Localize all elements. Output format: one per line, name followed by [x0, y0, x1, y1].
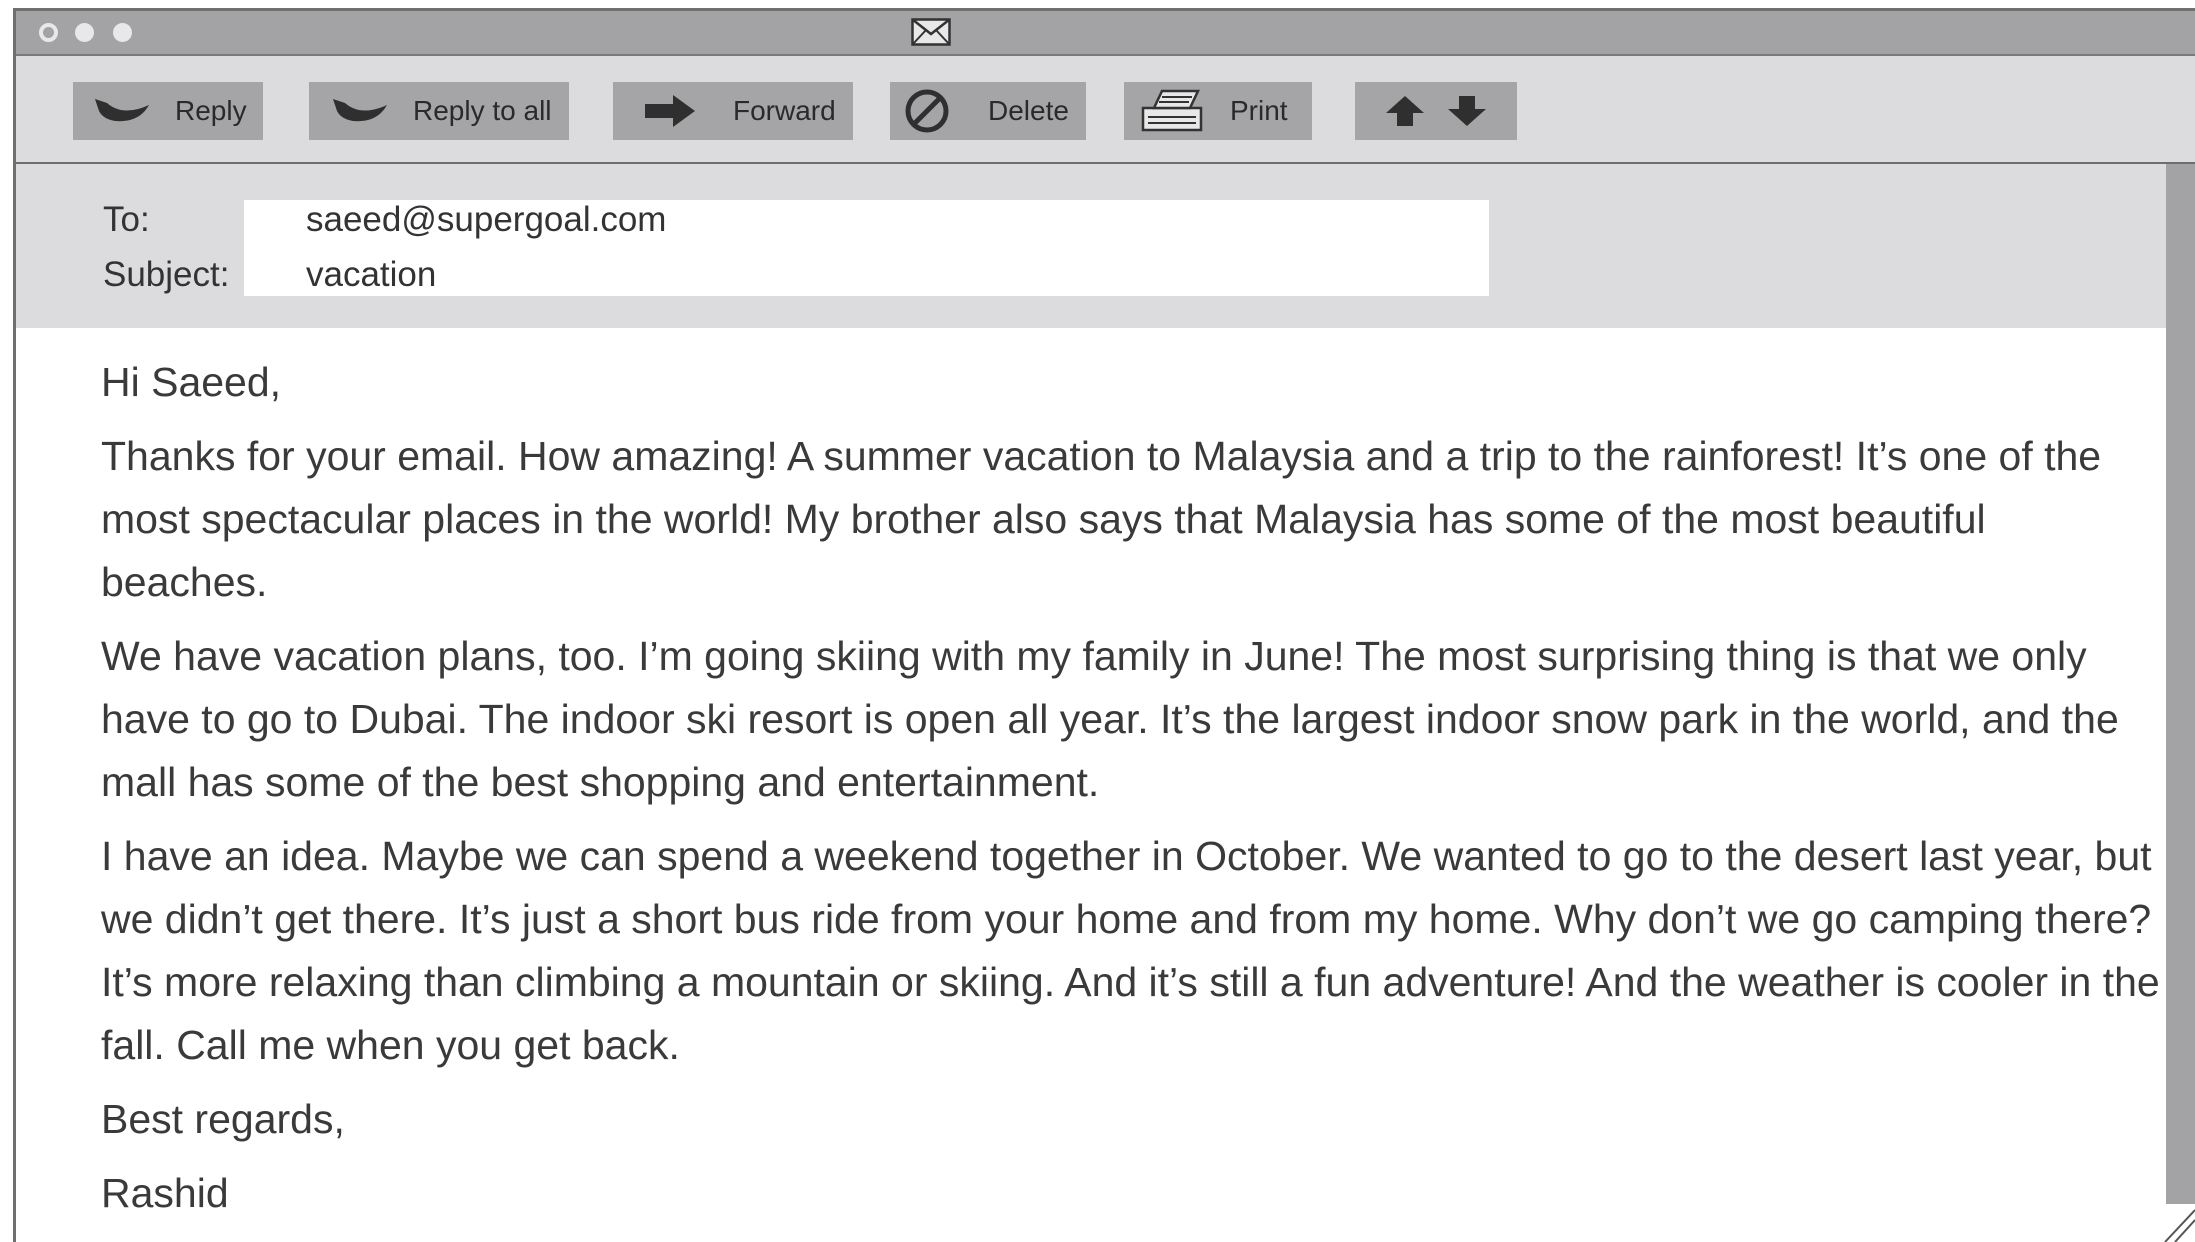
navigate-messages-control: [1355, 82, 1517, 140]
message-body: Hi Saeed, Thanks for your email. How ama…: [101, 351, 2161, 1236]
email-window: Reply Reply to all Forward Delete Print …: [13, 8, 2195, 1242]
forward-arrow-icon: [645, 95, 695, 127]
close-window-button[interactable]: [39, 23, 58, 42]
delete-label: Delete: [988, 95, 1069, 126]
reply-all-icon: [333, 99, 387, 122]
to-label: To:: [103, 200, 150, 239]
envelope-icon: [911, 18, 951, 46]
body-paragraph: We have vacation plans, too. I’m going s…: [101, 633, 2119, 805]
reply-button[interactable]: Reply: [73, 82, 263, 140]
message-header: To: Subject: saeed@supergoal.com vacatio…: [16, 164, 2166, 328]
body-paragraph: Thanks for your email. How amazing! A su…: [101, 433, 2102, 605]
minimize-window-button[interactable]: [75, 23, 94, 42]
printer-icon: [1141, 89, 1203, 132]
reply-all-button[interactable]: Reply to all: [309, 82, 569, 140]
title-bar: [16, 11, 2195, 56]
zoom-window-button[interactable]: [113, 23, 132, 42]
delete-button[interactable]: Delete: [890, 82, 1086, 140]
resize-grip-icon[interactable]: [2155, 1202, 2195, 1242]
up-arrow-icon[interactable]: [1383, 93, 1427, 129]
down-arrow-icon[interactable]: [1445, 93, 1489, 129]
reply-all-label: Reply to all: [413, 95, 552, 126]
reply-label: Reply: [175, 95, 247, 126]
body-paragraph: I have an idea. Maybe we can spend a wee…: [101, 833, 2160, 1068]
reply-icon: [95, 99, 149, 122]
subject-field[interactable]: vacation: [306, 255, 436, 295]
print-button[interactable]: Print: [1124, 82, 1312, 140]
signature: Rashid: [101, 1170, 229, 1216]
vertical-scrollbar[interactable]: [2166, 164, 2195, 1204]
toolbar: Reply Reply to all Forward Delete Print: [16, 56, 2195, 164]
print-label: Print: [1230, 95, 1288, 126]
to-field[interactable]: saeed@supergoal.com: [306, 200, 666, 240]
forward-label: Forward: [733, 95, 836, 126]
header-fields: saeed@supergoal.com vacation: [244, 200, 1489, 296]
forward-button[interactable]: Forward: [613, 82, 853, 140]
closing: Best regards,: [101, 1096, 345, 1142]
greeting: Hi Saeed,: [101, 359, 282, 405]
delete-icon: [905, 89, 949, 133]
subject-label: Subject:: [103, 255, 230, 294]
